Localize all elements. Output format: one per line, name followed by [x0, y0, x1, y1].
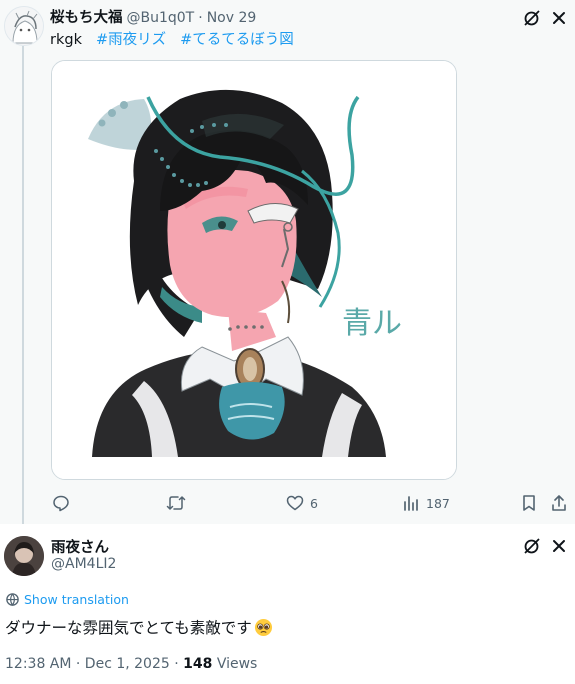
grok-icon[interactable]: [522, 536, 542, 556]
view-count: 148: [183, 656, 213, 672]
reply-tweet[interactable]: 雨夜さん @AM4LI2 Show translation ダウナーな雰囲気でと…: [0, 524, 575, 684]
thread-line: [22, 46, 24, 524]
like-button[interactable]: 6: [286, 492, 318, 514]
view-count: 187: [426, 495, 450, 511]
views-button[interactable]: 187: [402, 492, 450, 514]
hashtag-link[interactable]: #雨夜リズ: [96, 28, 166, 49]
post-timestamp[interactable]: 12:38 AM · Dec 1, 2025 ·: [5, 656, 183, 672]
like-count: 6: [310, 495, 318, 511]
bookmark-icon: [523, 495, 535, 511]
views-icon: [404, 496, 418, 511]
grok-icon[interactable]: [522, 8, 542, 28]
post-date[interactable]: Nov 29: [207, 10, 257, 26]
show-translation-label[interactable]: Show translation: [24, 592, 129, 607]
reply-button[interactable]: [52, 492, 70, 514]
author-handle[interactable]: @Bu1q0T: [127, 10, 195, 26]
views-label: Views: [212, 656, 258, 672]
bookmark-button[interactable]: [520, 492, 538, 514]
tweet-actions: 6 187: [50, 492, 570, 514]
avatar[interactable]: [4, 6, 44, 46]
tweet-header: 桜もち大福 @Bu1q0T · Nov 29: [50, 6, 256, 26]
share-icon: [552, 495, 566, 511]
post-meta: 12:38 AM · Dec 1, 2025 · 148 Views: [5, 656, 257, 672]
avatar[interactable]: [4, 536, 44, 576]
hashtag-link[interactable]: #てるてるぼう図: [180, 28, 294, 49]
retweet-icon: [166, 496, 186, 510]
close-icon: [553, 12, 565, 24]
tweet-text: rkgk #雨夜リズ #てるてるぼう図: [50, 28, 294, 49]
share-button[interactable]: [550, 492, 568, 514]
retweet-button[interactable]: [166, 492, 186, 514]
reply-body: ダウナーな雰囲気でとても素敵です: [5, 619, 252, 637]
globe-icon: [6, 593, 19, 607]
author-name[interactable]: 雨夜さん: [51, 536, 109, 557]
author-handle[interactable]: @AM4LI2: [51, 556, 116, 572]
separator-dot: ·: [198, 10, 203, 26]
illustration: 青ル: [52, 61, 456, 479]
pleading-face-emoji: [254, 618, 272, 636]
reply-icon: [53, 495, 69, 512]
author-name[interactable]: 桜もち大福: [50, 6, 123, 27]
reply-text: ダウナーな雰囲気でとても素敵です: [5, 616, 273, 638]
tweet-body: rkgk: [50, 32, 82, 48]
media-image[interactable]: 青ル: [51, 60, 457, 480]
artist-signature: 青ル: [342, 306, 402, 341]
close-icon: [553, 540, 565, 552]
show-translation-link[interactable]: Show translation: [5, 592, 129, 607]
parent-tweet[interactable]: 桜もち大福 @Bu1q0T · Nov 29 rkgk #雨夜リズ #てるてるぼう図: [0, 0, 575, 524]
close-button[interactable]: [549, 8, 569, 28]
close-button[interactable]: [549, 536, 569, 556]
like-icon: [286, 495, 304, 511]
